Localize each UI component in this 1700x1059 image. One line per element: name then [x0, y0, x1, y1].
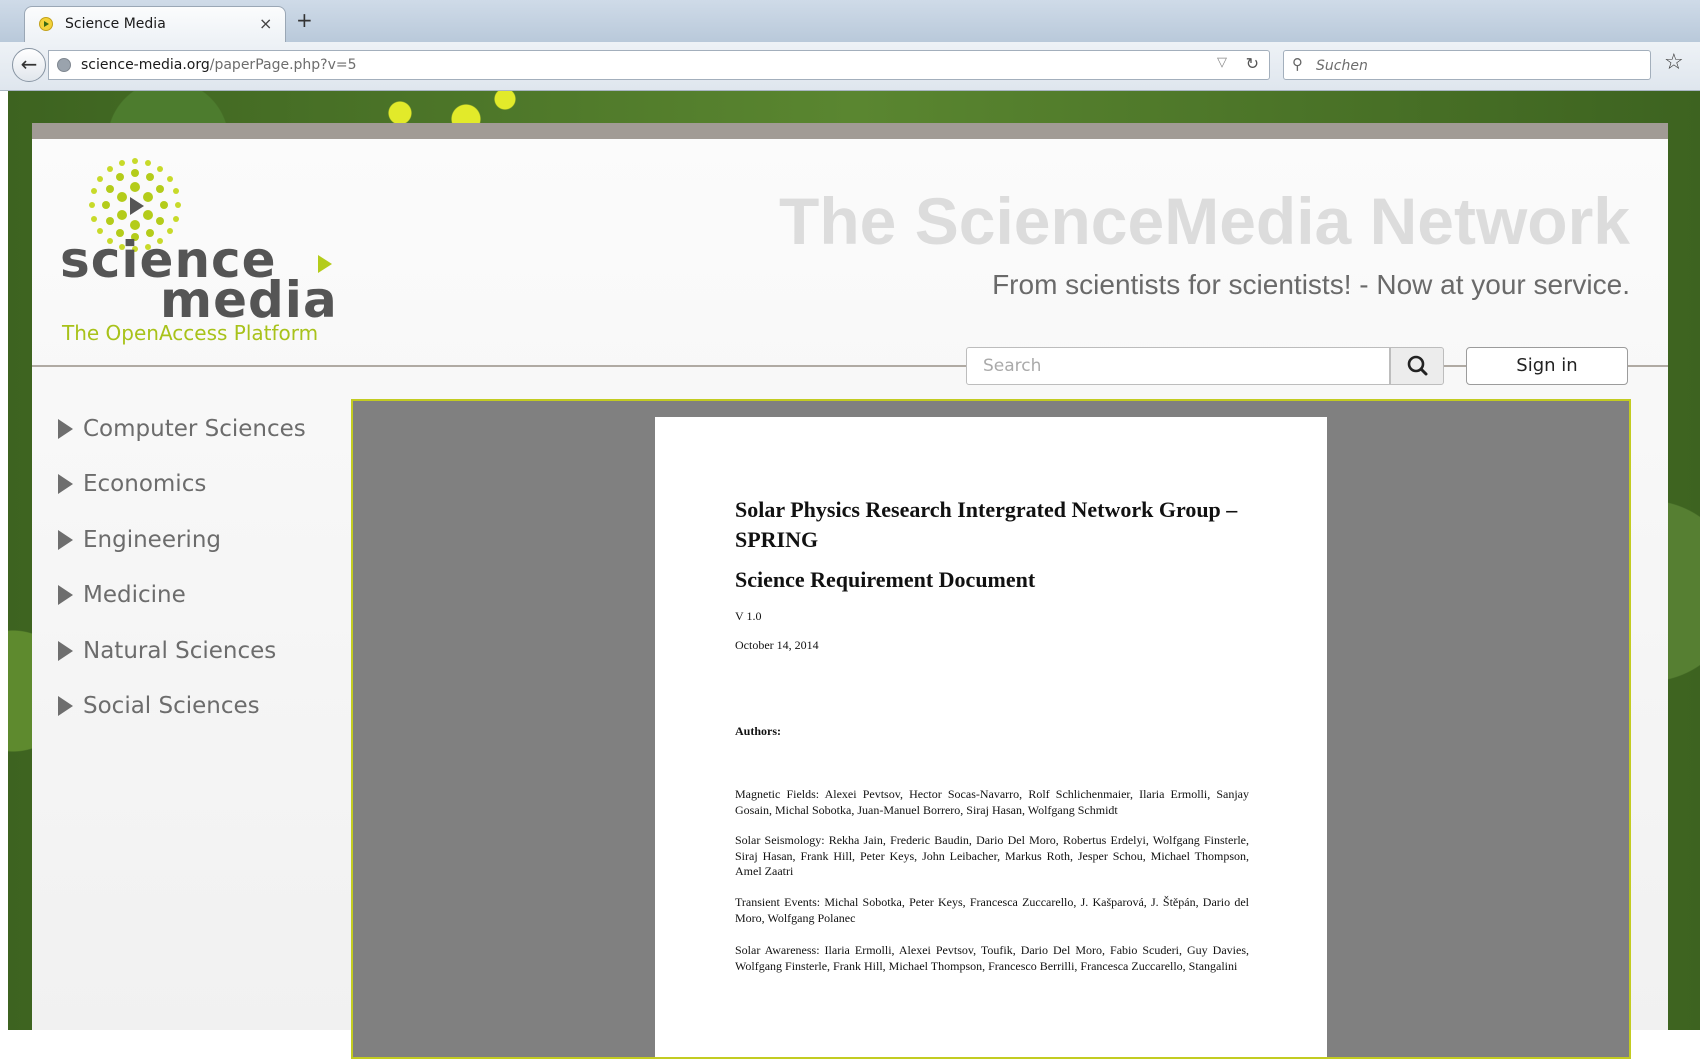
- site-headline: The ScienceMedia Network: [779, 184, 1630, 258]
- site-search-button[interactable]: [1390, 347, 1444, 385]
- new-tab-button[interactable]: +: [296, 8, 313, 32]
- sidebar-item-label: Social Sciences: [83, 693, 260, 720]
- triangle-right-icon: [58, 696, 73, 717]
- globe-icon: [57, 58, 71, 72]
- sidebar-item-medicine[interactable]: Medicine: [58, 568, 338, 624]
- url-text[interactable]: science-media.org/paperPage.php?v=5: [81, 57, 357, 73]
- search-icon: ⚲: [1292, 55, 1303, 73]
- document-page: Solar Physics Research Intergrated Netwo…: [655, 417, 1327, 1057]
- sidebar-item-engineering[interactable]: Engineering: [58, 512, 338, 568]
- sidebar-item-label: Engineering: [83, 526, 221, 553]
- sidebar-item-label: Computer Sciences: [83, 415, 306, 442]
- browser-nav-bar: ← science-media.org/paperPage.php?v=5 ▽ …: [0, 42, 1700, 91]
- sidebar-item-computer-sciences[interactable]: Computer Sciences: [58, 401, 338, 457]
- document-viewer[interactable]: Solar Physics Research Intergrated Netwo…: [351, 399, 1631, 1059]
- reload-icon[interactable]: ↻: [1246, 54, 1259, 73]
- address-bar[interactable]: science-media.org/paperPage.php?v=5 ▽ ↻: [48, 50, 1270, 80]
- star-icon[interactable]: ☆: [1664, 50, 1684, 75]
- browser-search-bar[interactable]: ⚲: [1283, 50, 1651, 80]
- sign-in-button[interactable]: Sign in: [1466, 347, 1628, 385]
- site-container: science media The OpenAccess Platform Th…: [32, 123, 1668, 1059]
- document-title: Solar Physics Research Intergrated Netwo…: [735, 497, 1238, 552]
- author-group-solar-awareness: Solar Awareness: Ilaria Ermolli, Alexei …: [735, 943, 1249, 973]
- author-group-solar-seismology: Solar Seismology: Rekha Jain, Frederic B…: [735, 833, 1249, 878]
- triangle-right-icon: [58, 529, 73, 550]
- url-host: science-media.org: [81, 57, 210, 73]
- back-button[interactable]: ←: [12, 48, 46, 82]
- url-path: /paperPage.php?v=5: [209, 57, 357, 73]
- author-group-transient-events: Transient Events: Michal Sobotka, Peter …: [735, 895, 1249, 925]
- triangle-right-icon: [58, 474, 73, 495]
- author-group-magnetic-fields: Magnetic Fields: Alexei Pevtsov, Hector …: [735, 787, 1249, 817]
- authors-heading: Authors:: [735, 724, 782, 738]
- browser-search-input[interactable]: [1314, 54, 1638, 78]
- sidebar-item-economics[interactable]: Economics: [58, 457, 338, 513]
- browser-tab[interactable]: Science Media ×: [24, 6, 286, 42]
- category-sidebar: Computer Sciences Economics Engineering …: [58, 401, 338, 734]
- triangle-right-icon: [58, 418, 73, 439]
- sidebar-item-natural-sciences[interactable]: Natural Sciences: [58, 623, 338, 679]
- triangle-right-icon: [58, 640, 73, 661]
- logo-tagline: The OpenAccess Platform: [62, 321, 319, 345]
- close-tab-icon[interactable]: ×: [259, 14, 272, 33]
- logo-wordmark-media: media: [160, 271, 338, 329]
- document-date: October 14, 2014: [735, 638, 819, 652]
- sidebar-item-label: Economics: [83, 471, 207, 498]
- triangle-right-icon: [58, 585, 73, 606]
- sidebar-item-label: Natural Sciences: [83, 637, 277, 664]
- play-icon: [130, 197, 144, 215]
- dropdown-icon[interactable]: ▽: [1217, 55, 1227, 70]
- tab-title: Science Media: [65, 16, 166, 32]
- back-arrow-icon: ←: [20, 52, 38, 76]
- sidebar-item-label: Medicine: [83, 582, 186, 609]
- document-subtitle: Science Requirement Document: [735, 567, 1036, 592]
- site-logo[interactable]: science media The OpenAccess Platform: [60, 153, 360, 345]
- sidebar-item-social-sciences[interactable]: Social Sciences: [58, 679, 338, 735]
- favicon-icon: [39, 17, 53, 31]
- site-search-input[interactable]: [966, 347, 1390, 385]
- document-version: V 1.0: [735, 609, 762, 623]
- site-subheadline: From scientists for scientists! - Now at…: [992, 269, 1630, 300]
- search-magnifier-icon: [1407, 355, 1428, 376]
- browser-tab-bar: Science Media × +: [0, 0, 1700, 42]
